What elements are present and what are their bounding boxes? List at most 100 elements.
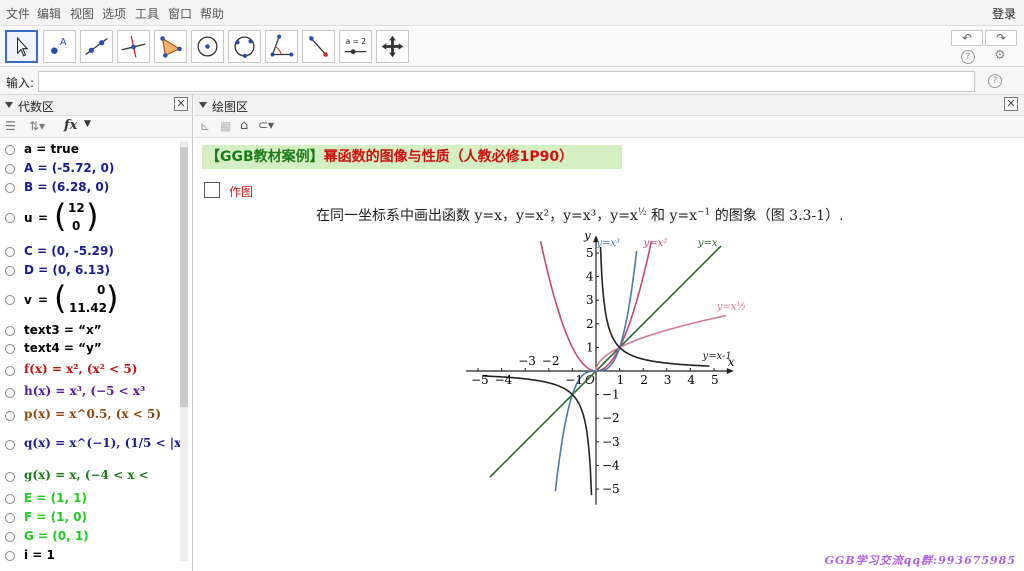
algebra-item-text4[interactable]: text4 = “y”: [0, 341, 180, 357]
reflect-tool-button[interactable]: [302, 30, 335, 63]
algebra-scrollbar[interactable]: [180, 141, 188, 561]
visibility-toggle-icon[interactable]: [5, 145, 15, 155]
algebra-item-u[interactable]: u = ( 12 0 ): [0, 197, 180, 238]
visibility-toggle-icon[interactable]: [5, 164, 15, 174]
algebra-item-text3[interactable]: text3 = “x”: [0, 323, 180, 339]
algebra-item-E[interactable]: E = (1, 1): [0, 491, 180, 507]
banner-red-text: 幂函数的图像与性质（人教必修1P90）: [323, 149, 574, 165]
menu-tools[interactable]: 工具: [135, 5, 159, 22]
move-view-tool-button[interactable]: [376, 30, 409, 63]
x-tick-label: −1: [565, 373, 583, 387]
close-graphics-icon[interactable]: ✕: [1004, 97, 1018, 111]
series-label-sqrt: y=x½: [716, 302, 746, 313]
visibility-toggle-icon[interactable]: [5, 532, 15, 542]
fx-input-icon[interactable]: fx: [64, 118, 77, 133]
grid-toggle-icon[interactable]: ▦: [220, 119, 231, 133]
angle-tool-button[interactable]: [265, 30, 298, 63]
point-tool-button[interactable]: A: [43, 30, 76, 63]
move-graphics-view-icon: [381, 35, 404, 58]
algebra-item-f[interactable]: f(x) = x², (x² < 5): [0, 362, 180, 380]
cursor-arrow-icon: [17, 36, 29, 57]
point-capture-icon[interactable]: ⊂▾: [258, 118, 274, 132]
sort-lines-icon[interactable]: ☰: [5, 119, 16, 133]
algebra-item-v[interactable]: v = ( 0 11.42 ): [0, 279, 180, 320]
axes-toggle-icon[interactable]: ⊾: [200, 119, 210, 133]
algebra-item-i[interactable]: i = 1: [0, 548, 180, 564]
undo-button[interactable]: ↶: [951, 30, 983, 46]
move-tool-button[interactable]: [5, 30, 38, 63]
polygon-tool-button[interactable]: [154, 30, 187, 63]
draw-checkbox-label: 作图: [229, 185, 254, 199]
visibility-toggle-icon[interactable]: [5, 247, 15, 257]
slider-icon: a = 2: [344, 37, 367, 55]
algebra-item-F[interactable]: F = (1, 0): [0, 510, 180, 526]
conic-tool-button[interactable]: [228, 30, 261, 63]
gear-icon[interactable]: ⚙: [994, 48, 1006, 63]
scrollbar-thumb[interactable]: [180, 147, 188, 407]
x-tick-label: 5: [711, 373, 719, 387]
visibility-toggle-icon[interactable]: [5, 551, 15, 561]
line-tool-button[interactable]: [80, 30, 113, 63]
algebra-item-B[interactable]: B = (6.28, 0): [0, 180, 180, 196]
vector-u-top: 12: [68, 201, 85, 215]
banner-bracket-close: 】: [309, 149, 324, 165]
slider-tool-button[interactable]: a = 2: [339, 30, 372, 63]
algebra-item-h[interactable]: h(x) = x³, (−5 < x³: [0, 384, 180, 402]
login-button[interactable]: 登录: [992, 5, 1016, 22]
visibility-toggle-icon[interactable]: [5, 344, 15, 354]
visibility-toggle-icon[interactable]: [5, 388, 15, 398]
x-tick-label: −5: [471, 373, 489, 387]
y-tick-label: 2: [586, 317, 594, 331]
sort-order-icon[interactable]: ⇅▾: [29, 119, 45, 133]
visibility-toggle-icon[interactable]: [5, 472, 15, 482]
menu-edit[interactable]: 编辑: [37, 5, 61, 22]
algebra-item-g[interactable]: g(x) = x, (−4 < x <: [0, 468, 180, 486]
visibility-toggle-icon[interactable]: [5, 440, 15, 450]
y-tick-label: −5: [602, 482, 620, 496]
y-tick-label: 1: [586, 340, 594, 354]
visibility-toggle-icon[interactable]: [5, 295, 15, 305]
algebra-item-a[interactable]: a = true: [0, 142, 180, 158]
menu-window[interactable]: 窗口: [168, 5, 192, 22]
menu-help[interactable]: 帮助: [200, 5, 224, 22]
draw-checkbox[interactable]: [204, 182, 220, 198]
visibility-toggle-icon[interactable]: [5, 326, 15, 336]
menu-options[interactable]: 选项: [102, 5, 126, 22]
input-field[interactable]: [38, 71, 975, 92]
visibility-toggle-icon[interactable]: [5, 513, 15, 523]
plot-series-labels: y=x y=x² y=x³ y=x½ y=x-1: [595, 238, 746, 362]
algebra-item-D[interactable]: D = (0, 6.13): [0, 263, 180, 279]
visibility-toggle-icon[interactable]: [5, 411, 15, 421]
perpendicular-tool-button[interactable]: [117, 30, 150, 63]
problem-middle: 和 y=x: [646, 208, 697, 224]
visibility-toggle-icon[interactable]: [5, 183, 15, 193]
help-icon[interactable]: ?: [961, 50, 975, 64]
algebra-item-q[interactable]: q(x) = x^(−1), (1/5 < |x: [0, 434, 180, 456]
menu-view[interactable]: 视图: [70, 5, 94, 22]
collapse-triangle-icon[interactable]: [199, 102, 207, 108]
input-help-icon[interactable]: ?: [988, 74, 1002, 88]
home-icon[interactable]: ⌂: [240, 118, 248, 133]
fx-dropdown-icon[interactable]: ▼: [84, 119, 91, 129]
visibility-toggle-icon[interactable]: [5, 266, 15, 276]
redo-button[interactable]: ↷: [985, 30, 1017, 46]
algebra-item-C[interactable]: C = (0, -5.29): [0, 244, 180, 260]
problem-suffix: 的图象（图 3.3-1）.: [710, 208, 844, 224]
algebra-item-p[interactable]: p(x) = x^0.5, (x < 5): [0, 407, 180, 425]
collapse-triangle-icon[interactable]: [5, 102, 13, 108]
visibility-toggle-icon[interactable]: [5, 213, 15, 223]
visibility-toggle-icon[interactable]: [5, 366, 15, 376]
y-tick-label: −3: [602, 435, 620, 449]
visibility-toggle-icon[interactable]: [5, 494, 15, 504]
algebra-item-G[interactable]: G = (0, 1): [0, 529, 180, 545]
algebra-style-bar: ☰ ⇅▾ fx ▼: [0, 116, 192, 138]
problem-exponent-2: −1: [697, 207, 711, 218]
algebra-item-A[interactable]: A = (-5.72, 0): [0, 161, 180, 177]
point-icon: A: [51, 37, 67, 55]
graphics-style-bar: ⊾ ▦ ⌂ ⊂▾: [194, 116, 1024, 138]
algebra-title: 代数区: [18, 100, 55, 114]
menu-file[interactable]: 文件: [6, 5, 30, 22]
close-algebra-icon[interactable]: ✕: [174, 97, 188, 111]
algebra-list: a = true A = (-5.72, 0) B = (6.28, 0) u …: [0, 138, 180, 571]
circle-tool-button[interactable]: [191, 30, 224, 63]
